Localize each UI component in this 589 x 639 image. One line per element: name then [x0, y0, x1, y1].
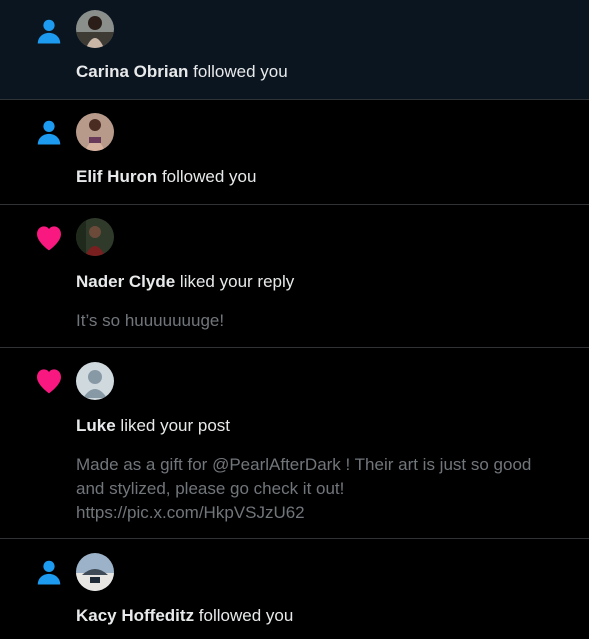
notification-text: Nader Clyde liked your reply	[76, 272, 295, 291]
heart-icon	[32, 363, 66, 397]
avatar[interactable]	[76, 113, 114, 151]
avatar[interactable]	[76, 218, 114, 256]
notification-like[interactable]: Luke liked your post Made as a gift for …	[0, 348, 589, 539]
post-link[interactable]: https://pic.x.com/HkpVSJzU62	[76, 503, 305, 522]
person-icon	[32, 555, 66, 589]
notification-follow[interactable]: Carina Obrian followed you	[0, 0, 589, 100]
reply-snippet[interactable]: It’s so huuuuuuuge!	[76, 309, 573, 333]
notification-text: Elif Huron followed you	[76, 167, 257, 186]
notification-text: Kacy Hoffeditz followed you	[76, 606, 294, 625]
avatar[interactable]	[76, 553, 114, 591]
notification-like[interactable]: Nader Clyde liked your reply It’s so huu…	[0, 205, 589, 348]
notification-follow[interactable]: Kacy Hoffeditz followed you	[0, 539, 589, 639]
heart-icon	[32, 220, 66, 254]
default-avatar[interactable]	[76, 362, 114, 400]
notification-follow[interactable]: Elif Huron followed you	[0, 100, 589, 205]
notification-text: Luke liked your post	[76, 416, 231, 435]
user-name[interactable]: Carina Obrian	[76, 62, 188, 81]
post-snippet[interactable]: Made as a gift for @PearlAfterDark ! The…	[76, 453, 573, 525]
user-name[interactable]: Luke	[76, 416, 116, 435]
user-name[interactable]: Elif Huron	[76, 167, 157, 186]
avatar[interactable]	[76, 10, 114, 48]
user-name[interactable]: Nader Clyde	[76, 272, 175, 291]
notification-text: Carina Obrian followed you	[76, 62, 288, 81]
user-name[interactable]: Kacy Hoffeditz	[76, 606, 194, 625]
person-icon	[32, 14, 66, 48]
person-icon	[32, 115, 66, 149]
